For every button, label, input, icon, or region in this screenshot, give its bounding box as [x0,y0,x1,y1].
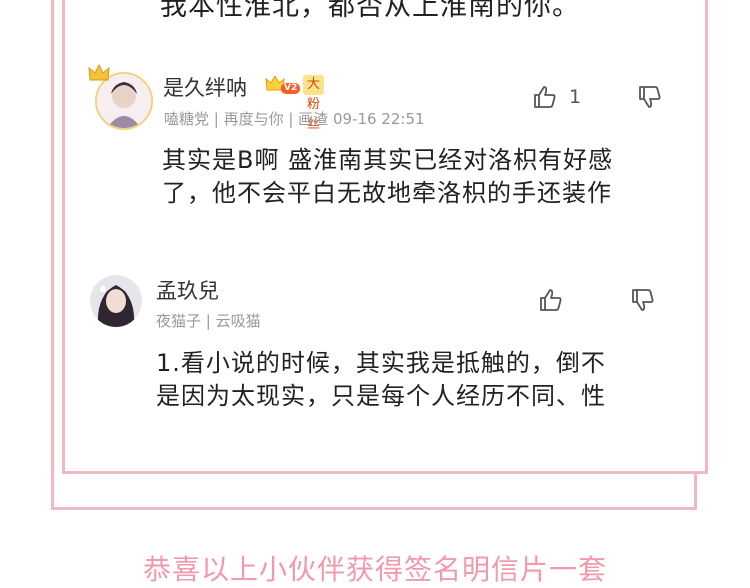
comment-body-line: 是因为太现实，只是每个人经历不同、性 [156,382,606,410]
username[interactable]: 是久绊呐 [163,72,247,102]
comment-meta: 夜猫子 | 云吸猫 [156,312,261,330]
previous-comment-cut-line: 我本性淮北，都否从上淮南的你。 [160,0,580,22]
thumbs-up-icon [540,289,562,311]
comment-body: 其实是B啊 盛淮南其实已经对洛枳有好感 了，他不会平白无故地牵洛枳的手还装作 [162,144,682,210]
thumbs-down-icon [639,86,661,108]
thumbs-up-icon [534,86,556,108]
congratulations-caption: 恭喜以上小伙伴获得签名明信片一套 [142,553,607,586]
comment-meta: 嗑糖党 | 再度与你 | 画渣 09-16 22:51 [164,110,425,128]
thumbs-down-icon [632,289,654,311]
like-button[interactable] [532,84,558,114]
like-count: 1 [569,86,582,108]
comment-body-line: 1.看小说的时候，其实我是抵触的，倒不 [156,349,606,377]
username[interactable]: 孟玖兒 [156,275,219,305]
fan-badge: 大粉丝 [303,75,325,132]
comment-body: 1.看小说的时候，其实我是抵触的，倒不 是因为太现实，只是每个人经历不同、性 [156,347,676,413]
avatar[interactable] [90,275,142,327]
level-badge: V2 [281,83,301,94]
dislike-button[interactable] [630,287,656,317]
comment-body-line: 其实是B啊 盛淮南其实已经对洛枳有好感 [162,146,614,174]
like-button[interactable] [538,287,564,317]
dislike-button[interactable] [637,84,663,114]
comment-body-line: 了，他不会平白无故地牵洛枳的手还装作 [162,179,612,207]
crown-icon [88,64,110,81]
